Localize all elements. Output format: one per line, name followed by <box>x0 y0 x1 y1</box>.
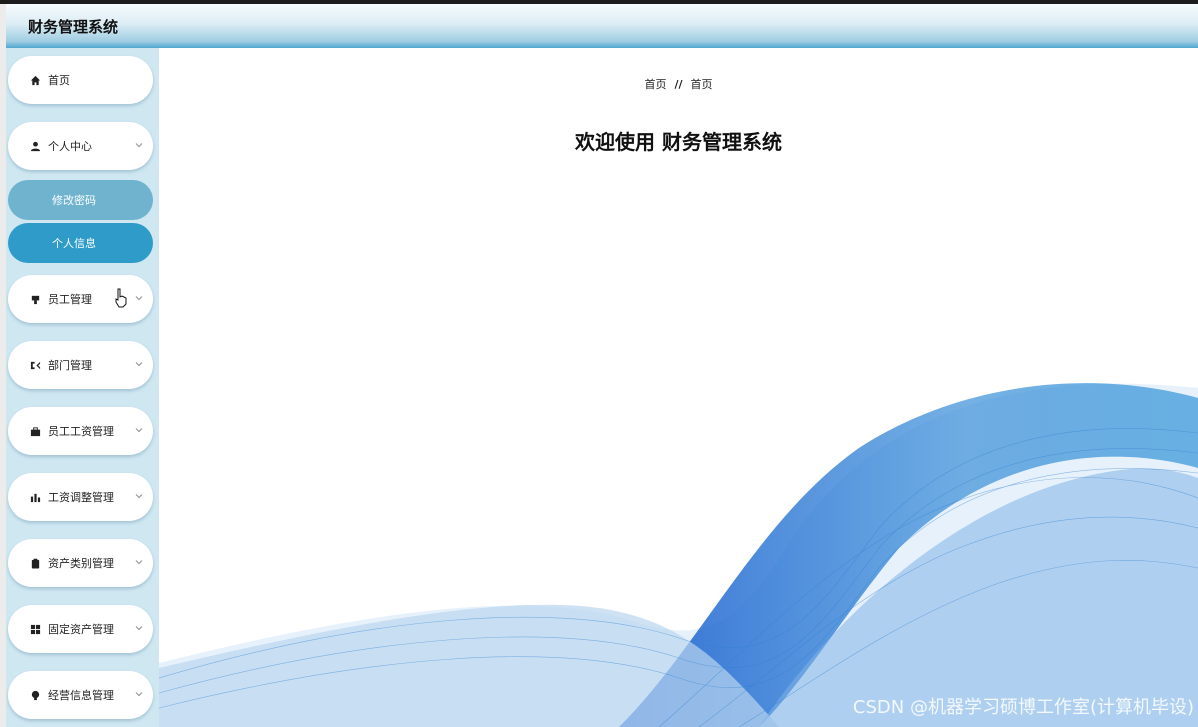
sidebar: 首页 个人中心 修改密码 个人信息 员工管理 部门管理 员工工资管理 工资调整管… <box>6 48 159 727</box>
sidebar-item-employee[interactable]: 员工管理 <box>8 275 153 323</box>
chevron-down-icon <box>135 494 143 499</box>
submenu-label: 修改密码 <box>52 194 96 207</box>
sidebar-item-label: 个人中心 <box>48 140 92 153</box>
sidebar-item-label: 员工管理 <box>48 293 92 306</box>
breadcrumb-separator: // <box>674 78 683 91</box>
briefcase-icon <box>28 424 42 438</box>
chevron-down-icon <box>135 362 143 367</box>
sidebar-item-business-info[interactable]: 经营信息管理 <box>8 671 153 719</box>
chevron-down-icon <box>135 296 143 301</box>
sidebar-item-label: 员工工资管理 <box>48 425 114 438</box>
clipboard-icon <box>28 556 42 570</box>
submenu-personal-info[interactable]: 个人信息 <box>8 223 153 263</box>
welcome-title: 欢迎使用 财务管理系统 <box>575 130 782 154</box>
sidebar-item-personal-center[interactable]: 个人中心 <box>8 122 153 170</box>
chevron-down-icon <box>135 428 143 433</box>
sidebar-item-asset-category[interactable]: 资产类别管理 <box>8 539 153 587</box>
department-icon <box>28 358 42 372</box>
chevron-down-icon <box>135 143 143 148</box>
sidebar-item-label: 固定资产管理 <box>48 623 114 636</box>
bulb-icon <box>28 688 42 702</box>
sidebar-item-fixed-asset[interactable]: 固定资产管理 <box>8 605 153 653</box>
sidebar-item-home[interactable]: 首页 <box>8 56 153 104</box>
sidebar-item-salary-adjust[interactable]: 工资调整管理 <box>8 473 153 521</box>
main-content: 首页 // 首页 欢迎使用 财务管理系统 CSDN @机器学习硕博工作室(计算机毕设… <box>159 48 1198 727</box>
user-icon <box>28 139 42 153</box>
sidebar-item-label: 资产类别管理 <box>48 557 114 570</box>
home-icon <box>28 73 42 87</box>
staff-icon <box>28 292 42 306</box>
grid-icon <box>28 622 42 636</box>
submenu-label: 个人信息 <box>52 237 96 250</box>
sidebar-item-salary[interactable]: 员工工资管理 <box>8 407 153 455</box>
app-title: 财务管理系统 <box>28 18 119 36</box>
sidebar-item-label: 部门管理 <box>48 359 92 372</box>
chevron-down-icon <box>135 692 143 697</box>
bar-chart-icon <box>28 490 42 504</box>
app-header: 财务管理系统 <box>6 4 1198 48</box>
sidebar-item-label: 工资调整管理 <box>48 491 114 504</box>
breadcrumb-item-current: 首页 <box>690 78 713 91</box>
submenu-change-password[interactable]: 修改密码 <box>8 180 153 220</box>
sidebar-item-department[interactable]: 部门管理 <box>8 341 153 389</box>
breadcrumb: 首页 // 首页 <box>159 76 1198 92</box>
breadcrumb-item-home[interactable]: 首页 <box>644 78 666 91</box>
sidebar-item-label: 经营信息管理 <box>48 689 114 702</box>
pointer-cursor-icon <box>115 288 127 308</box>
sidebar-item-label: 首页 <box>48 74 70 87</box>
watermark: CSDN @机器学习硕博工作室(计算机毕设) <box>852 697 1194 718</box>
chevron-down-icon <box>135 560 143 565</box>
chevron-down-icon <box>135 626 143 631</box>
